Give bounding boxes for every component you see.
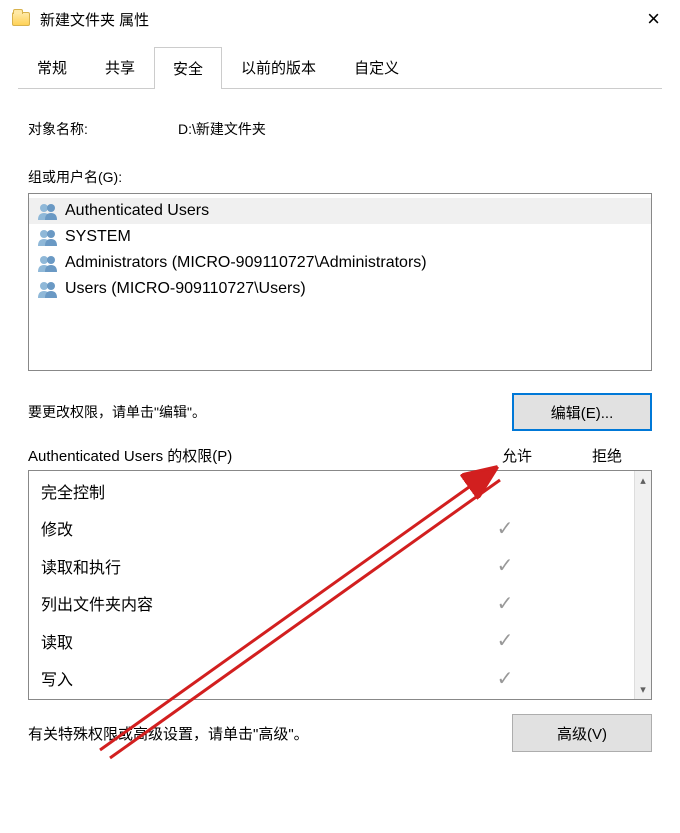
permission-name: 读取和执行 <box>41 554 466 578</box>
scroll-down-arrow-icon[interactable]: ▾ <box>640 683 646 696</box>
check-icon: ✓ <box>497 518 514 540</box>
scrollbar[interactable]: ▴ ▾ <box>634 471 651 699</box>
close-icon[interactable]: × <box>639 8 668 30</box>
tab-customize[interactable]: 自定义 <box>335 46 418 88</box>
check-icon: ✓ <box>497 593 514 615</box>
list-item[interactable]: Users (MICRO-909110727\Users) <box>29 276 651 302</box>
list-item-label: SYSTEM <box>65 228 131 246</box>
permission-name: 读取 <box>41 629 466 653</box>
permission-allow: ✓ <box>466 553 544 578</box>
permission-allow: ✓ <box>466 516 544 541</box>
permission-name: 列出文件夹内容 <box>41 591 466 615</box>
object-label: 对象名称: <box>28 119 178 139</box>
list-item[interactable]: Authenticated Users <box>29 198 651 224</box>
edit-button[interactable]: 编辑(E)... <box>512 393 652 431</box>
users-icon <box>37 228 59 246</box>
permission-name: 写入 <box>41 666 466 690</box>
advanced-button[interactable]: 高级(V) <box>512 714 652 752</box>
advanced-hint-text: 有关特殊权限或高级设置，请单击"高级"。 <box>28 723 512 744</box>
permission-allow: ✓ <box>466 591 544 616</box>
folder-icon <box>12 12 30 26</box>
list-item-label: Administrators (MICRO-909110727\Administ… <box>65 254 427 272</box>
edit-hint-text: 要更改权限，请单击"编辑"。 <box>28 402 512 422</box>
check-icon: ✓ <box>497 668 514 690</box>
scroll-up-arrow-icon[interactable]: ▴ <box>640 474 646 487</box>
tab-share[interactable]: 共享 <box>86 46 154 88</box>
permission-row: 写入 ✓ <box>29 666 634 691</box>
permission-row: 完全控制 <box>29 479 634 503</box>
list-item-label: Users (MICRO-909110727\Users) <box>65 280 306 298</box>
users-icon <box>37 202 59 220</box>
permission-row: 读取和执行 ✓ <box>29 553 634 578</box>
list-item-label: Authenticated Users <box>65 202 209 220</box>
users-icon <box>37 280 59 298</box>
window-title: 新建文件夹 属性 <box>40 9 149 30</box>
permission-name: 修改 <box>41 516 466 540</box>
object-row: 对象名称: D:\新建文件夹 <box>28 119 652 139</box>
users-label: 组或用户名(G): <box>28 167 652 187</box>
list-item[interactable]: SYSTEM <box>29 224 651 250</box>
permission-allow: ✓ <box>466 666 544 691</box>
permission-allow: ✓ <box>466 628 544 653</box>
user-listbox[interactable]: Authenticated Users SYSTEM Administrator… <box>28 193 652 371</box>
deny-column-header: 拒绝 <box>562 445 652 466</box>
users-icon <box>37 254 59 272</box>
tab-previous-versions[interactable]: 以前的版本 <box>222 46 335 88</box>
tab-security[interactable]: 安全 <box>154 47 222 89</box>
check-icon: ✓ <box>497 555 514 577</box>
permissions-listbox: 完全控制 修改 ✓ 读取和执行 ✓ 列出文件夹内容 ✓ 读取 ✓ <box>28 470 652 700</box>
check-icon: ✓ <box>497 630 514 652</box>
titlebar: 新建文件夹 属性 × <box>0 0 680 38</box>
permissions-label: Authenticated Users 的权限(P) <box>28 445 472 466</box>
permission-name: 完全控制 <box>41 479 466 503</box>
permission-row: 列出文件夹内容 ✓ <box>29 591 634 616</box>
permission-row: 读取 ✓ <box>29 628 634 653</box>
tab-general[interactable]: 常规 <box>18 46 86 88</box>
permission-row: 修改 ✓ <box>29 516 634 541</box>
list-item[interactable]: Administrators (MICRO-909110727\Administ… <box>29 250 651 276</box>
tab-strip: 常规 共享 安全 以前的版本 自定义 <box>18 46 662 89</box>
object-value: D:\新建文件夹 <box>178 119 266 139</box>
allow-column-header: 允许 <box>472 445 562 466</box>
